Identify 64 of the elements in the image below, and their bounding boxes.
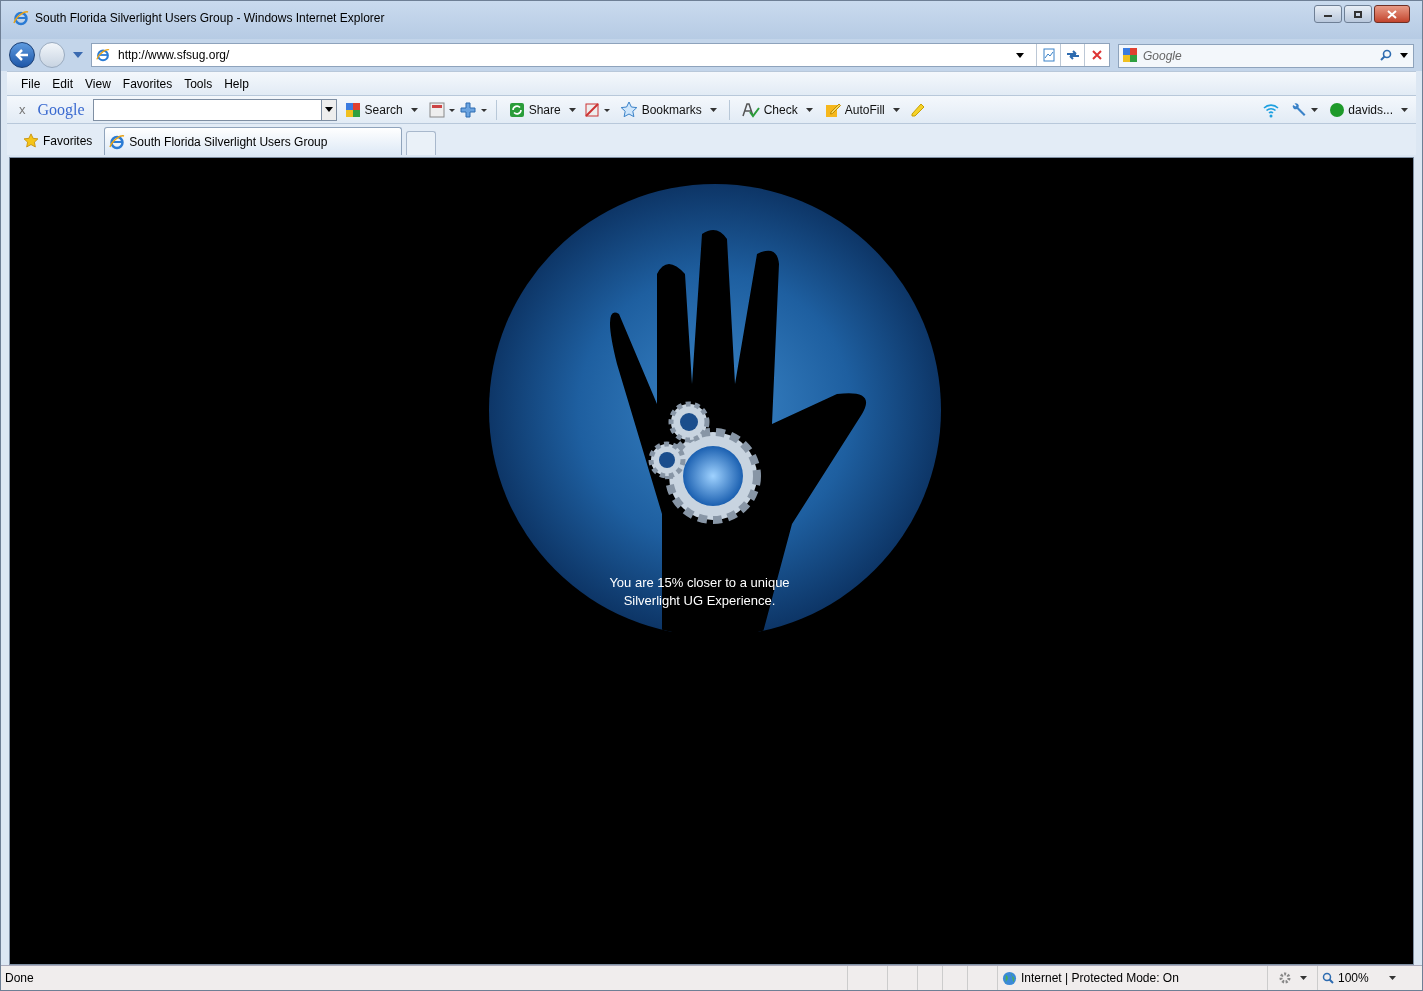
search-icon[interactable]: [1380, 49, 1392, 61]
dropdown-caret-icon[interactable]: [1400, 53, 1408, 58]
ie-logo-icon: [109, 133, 126, 150]
menu-item[interactable]: Tools: [178, 74, 219, 93]
toolbar-button[interactable]: Search: [340, 100, 422, 119]
browser-tab[interactable]: South Florida Silverlight Users Group: [104, 127, 403, 155]
dropdown-caret-icon[interactable]: [1016, 52, 1024, 58]
zoom-button[interactable]: 100%: [1317, 966, 1422, 990]
menu-item[interactable]: File: [15, 74, 47, 93]
blocked-popup-icon[interactable]: [583, 101, 612, 118]
toolbar-close-button[interactable]: x: [15, 99, 30, 120]
dropdown-caret-icon[interactable]: [892, 107, 900, 112]
window-title: South Florida Silverlight Users Group - Windows Internet Explorer: [35, 10, 385, 27]
star-icon: [619, 100, 638, 119]
settings-button[interactable]: [1291, 101, 1319, 118]
globe-icon: [1002, 970, 1017, 986]
security-zone-text: Internet | Protected Mode: On: [1021, 970, 1179, 987]
refresh-icon: [1065, 49, 1080, 61]
dropdown-caret-icon[interactable]: [709, 107, 717, 112]
status-text: Done: [4, 970, 35, 987]
wrench-icon: [1291, 101, 1308, 118]
account-button[interactable]: davids...: [1330, 100, 1408, 119]
dropdown-caret-icon[interactable]: [805, 107, 813, 112]
toolbar-button[interactable]: Check: [737, 100, 817, 119]
google-logo: Google: [36, 99, 86, 121]
wifi-icon[interactable]: [1263, 101, 1280, 118]
maximize-button[interactable]: [1344, 5, 1372, 23]
stop-icon: [1092, 50, 1102, 60]
online-status-icon: [1330, 102, 1345, 117]
search-field[interactable]: Google: [1118, 44, 1414, 68]
close-icon: [1387, 9, 1397, 19]
toolbar-button[interactable]: AutoFill: [820, 100, 904, 119]
dropdown-caret-icon: [1388, 976, 1396, 980]
back-arrow-icon: [15, 49, 29, 61]
magnifier-icon: [1322, 972, 1334, 984]
toolbar-button[interactable]: Bookmarks: [615, 100, 721, 119]
menu-item[interactable]: Favorites: [116, 74, 179, 93]
menu-item[interactable]: View: [79, 74, 117, 93]
google-icon: [344, 101, 361, 118]
dropdown-caret-icon[interactable]: [568, 107, 576, 112]
menu-item[interactable]: Help: [218, 74, 255, 93]
favorites-button[interactable]: Favorites: [15, 127, 101, 155]
dropdown-caret-icon[interactable]: [1311, 107, 1319, 112]
back-button[interactable]: [9, 42, 35, 68]
menu-item[interactable]: Edit: [46, 74, 80, 93]
ie-logo-icon: [13, 10, 29, 26]
plus-icon[interactable]: [459, 101, 488, 118]
dropdown-caret-icon[interactable]: [1401, 107, 1408, 112]
spellcheck-icon: [741, 101, 760, 118]
progress-message: You are 15% closer to a unique Silverlight UG Experience.: [608, 574, 791, 610]
toolbar-button[interactable]: Share: [504, 100, 580, 119]
minimize-button[interactable]: [1314, 5, 1342, 23]
pencil-pad-icon: [824, 101, 841, 118]
star-icon: [23, 133, 39, 149]
close-button[interactable]: [1374, 5, 1410, 23]
ie-logo-icon: [96, 48, 110, 62]
address-field[interactable]: http://www.sfsug.org/: [91, 43, 1110, 67]
dropdown-caret-icon[interactable]: [410, 107, 418, 112]
share-icon: [508, 101, 525, 118]
history-caret-icon[interactable]: [73, 52, 83, 58]
dropdown-caret-icon: [1300, 976, 1307, 980]
google-icon: [1122, 47, 1138, 63]
dropdown-caret-icon: [324, 107, 333, 112]
google-search-field[interactable]: [92, 98, 337, 121]
